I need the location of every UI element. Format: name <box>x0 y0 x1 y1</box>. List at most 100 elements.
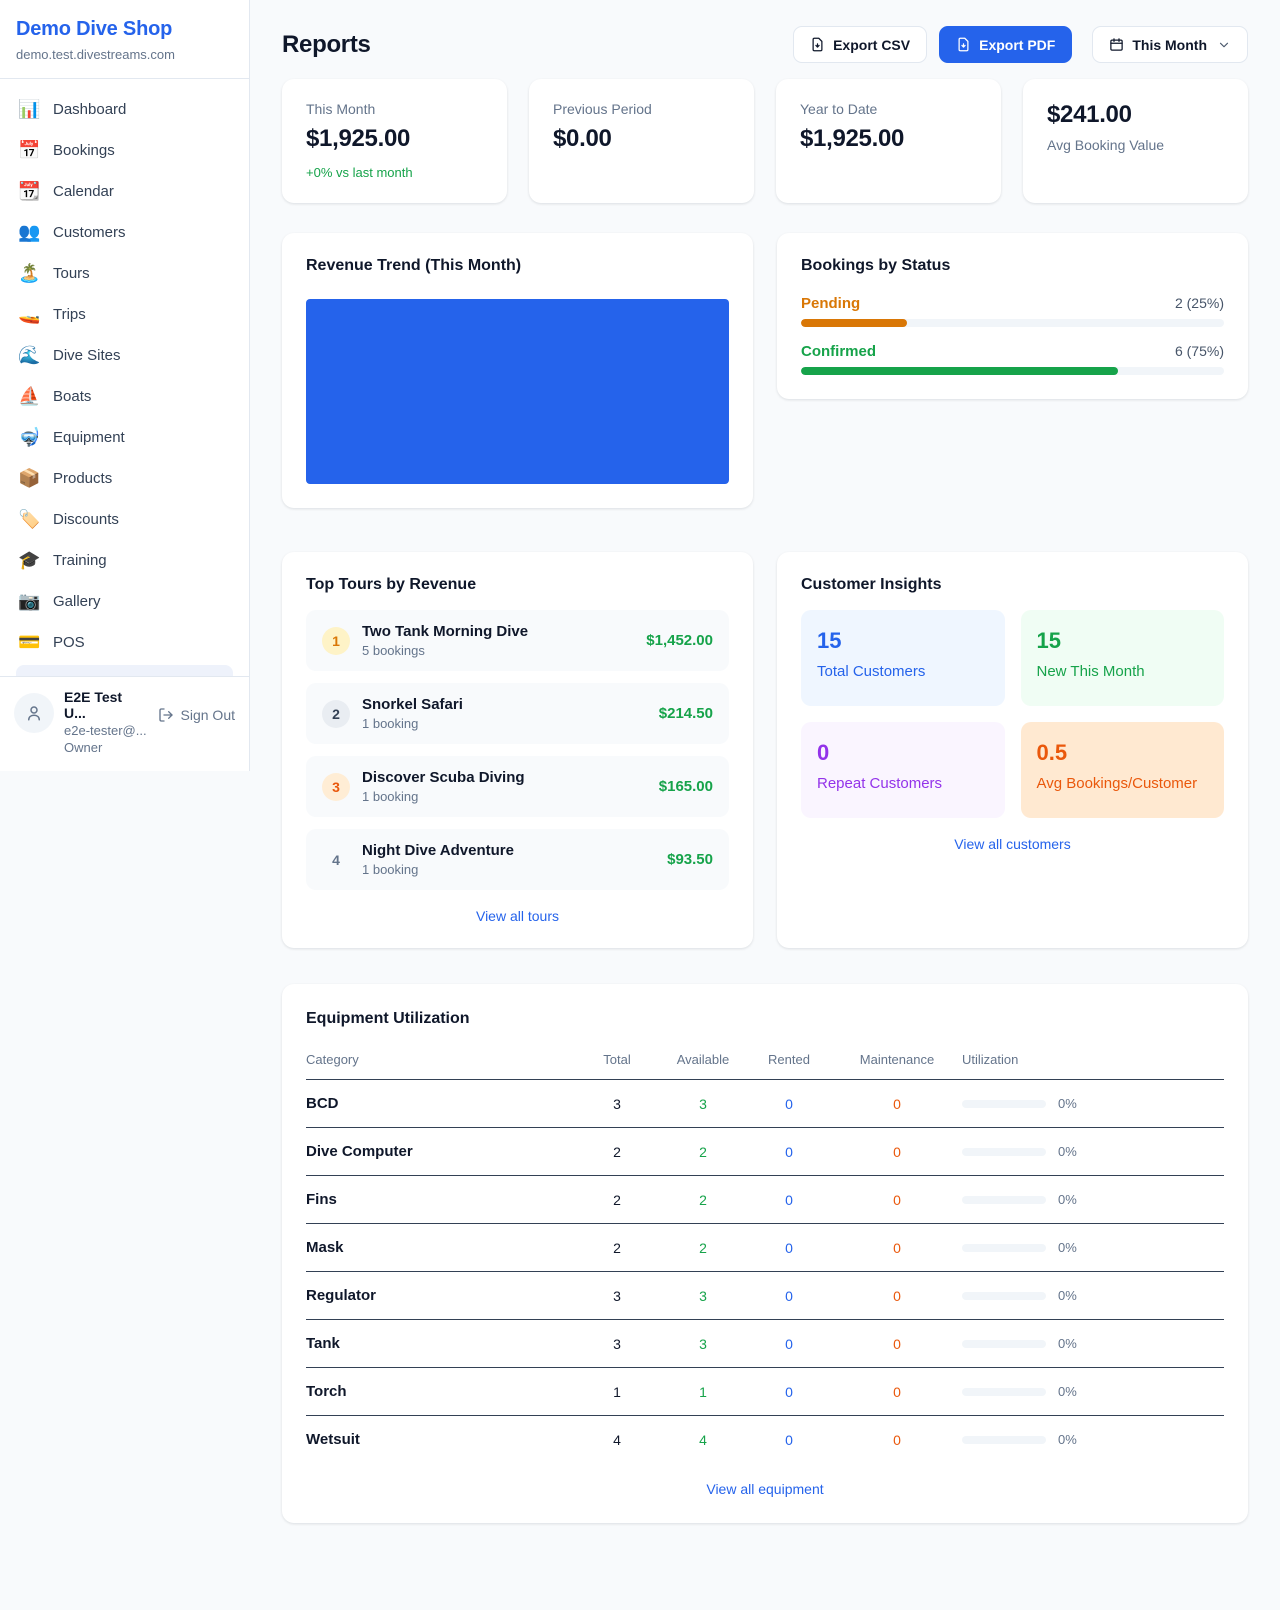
app-layout: Demo Dive Shop demo.test.divestreams.com… <box>0 0 1280 1563</box>
utilization-percent: 0% <box>1058 1240 1077 1255</box>
tile-label: Avg Bookings/Customer <box>1037 775 1209 792</box>
header-actions: Export CSV Export PDF This Month <box>793 26 1248 63</box>
sidebar-item-label: Customers <box>53 224 126 241</box>
tour-bookings: 5 bookings <box>362 643 634 658</box>
sign-out-button[interactable]: Sign Out <box>158 707 235 723</box>
sidebar-nav: 📊 Dashboard 📅 Bookings 📆 Calendar 👥 Cust… <box>0 79 249 676</box>
stat-label: This Month <box>306 101 483 117</box>
cell-rented: 0 <box>746 1096 832 1112</box>
charts-row: Revenue Trend (This Month) Bookings by S… <box>282 233 1248 508</box>
status-value: 6 (75%) <box>1175 343 1224 359</box>
rank-badge: 1 <box>322 627 350 655</box>
tile-value: 0 <box>817 740 989 766</box>
shop-name: Demo Dive Shop <box>16 18 233 41</box>
period-label: This Month <box>1132 37 1207 53</box>
sidebar-item-training[interactable]: 🎓 Training <box>8 540 241 581</box>
package-icon: 📦 <box>18 468 40 489</box>
cell-available: 2 <box>660 1192 746 1208</box>
sidebar-item-selected-partial[interactable] <box>16 665 233 676</box>
sidebar-item-equipment[interactable]: 🤿 Equipment <box>8 417 241 458</box>
sidebar-item-pos[interactable]: 💳 POS <box>8 622 241 663</box>
view-all-tours-link[interactable]: View all tours <box>306 908 729 924</box>
insight-tile-repeat-customers: 0 Repeat Customers <box>801 722 1005 818</box>
sidebar-item-gallery[interactable]: 📷 Gallery <box>8 581 241 622</box>
status-bar-fill <box>801 367 1118 375</box>
export-pdf-label: Export PDF <box>979 37 1055 53</box>
cell-rented: 0 <box>746 1384 832 1400</box>
utilization-bar-track <box>962 1340 1046 1348</box>
cell-maintenance: 0 <box>832 1336 962 1352</box>
tour-amount: $165.00 <box>659 778 713 795</box>
cell-maintenance: 0 <box>832 1288 962 1304</box>
sign-out-label: Sign Out <box>181 707 235 723</box>
sidebar-item-label: Equipment <box>53 429 125 446</box>
cell-maintenance: 0 <box>832 1144 962 1160</box>
tour-row: 3 Discover Scuba Diving 1 booking $165.0… <box>306 756 729 817</box>
utilization-bar-track <box>962 1196 1046 1204</box>
cell-total: 1 <box>574 1384 660 1400</box>
customers-people-icon: 👥 <box>18 222 40 243</box>
stat-card-avg-booking-value: $241.00 Avg Booking Value <box>1023 79 1248 203</box>
cell-rented: 0 <box>746 1336 832 1352</box>
sidebar-item-boats[interactable]: ⛵ Boats <box>8 376 241 417</box>
utilization-bar-track <box>962 1100 1046 1108</box>
page-header: Reports Export CSV Export PDF <box>282 26 1248 63</box>
sidebar-item-label: Dive Sites <box>53 347 121 364</box>
view-all-customers-link[interactable]: View all customers <box>801 836 1224 852</box>
cell-rented: 0 <box>746 1288 832 1304</box>
table-row: Torch 1 1 0 0 0% <box>306 1368 1224 1416</box>
sidebar-item-products[interactable]: 📦 Products <box>8 458 241 499</box>
sidebar-item-customers[interactable]: 👥 Customers <box>8 212 241 253</box>
tour-amount: $93.50 <box>667 851 713 868</box>
status-label: Pending <box>801 295 860 312</box>
sidebar-item-label: Calendar <box>53 183 114 200</box>
cell-rented: 0 <box>746 1144 832 1160</box>
utilization-bar-track <box>962 1148 1046 1156</box>
export-pdf-button[interactable]: Export PDF <box>939 26 1072 63</box>
cell-utilization: 0% <box>962 1240 1224 1255</box>
graduation-cap-icon: 🎓 <box>18 550 40 571</box>
calendar-icon <box>1109 37 1124 52</box>
sidebar-item-dashboard[interactable]: 📊 Dashboard <box>8 89 241 130</box>
trips-speedboat-icon: 🚤 <box>18 304 40 325</box>
utilization-percent: 0% <box>1058 1192 1077 1207</box>
sailboat-icon: ⛵ <box>18 386 40 407</box>
chevron-down-icon <box>1217 38 1231 52</box>
sidebar-item-calendar[interactable]: 📆 Calendar <box>8 171 241 212</box>
cell-total: 2 <box>574 1240 660 1256</box>
insight-tile-new-this-month: 15 New This Month <box>1021 610 1225 706</box>
sidebar-item-tours[interactable]: 🏝️ Tours <box>8 253 241 294</box>
tour-row: 4 Night Dive Adventure 1 booking $93.50 <box>306 829 729 890</box>
stat-label: Avg Booking Value <box>1047 137 1224 153</box>
cell-total: 3 <box>574 1288 660 1304</box>
period-dropdown[interactable]: This Month <box>1092 26 1248 63</box>
equipment-utilization-title: Equipment Utilization <box>306 1010 1224 1028</box>
cell-utilization: 0% <box>962 1192 1224 1207</box>
utilization-bar-track <box>962 1292 1046 1300</box>
sidebar-item-dive-sites[interactable]: 🌊 Dive Sites <box>8 335 241 376</box>
sidebar-item-label: Dashboard <box>53 101 126 118</box>
cell-maintenance: 0 <box>832 1240 962 1256</box>
status-value: 2 (25%) <box>1175 295 1224 311</box>
status-label: Confirmed <box>801 343 876 360</box>
sidebar-item-bookings[interactable]: 📅 Bookings <box>8 130 241 171</box>
utilization-percent: 0% <box>1058 1336 1077 1351</box>
view-all-equipment-link[interactable]: View all equipment <box>306 1481 1224 1497</box>
avatar <box>14 693 54 733</box>
logout-icon <box>158 707 174 723</box>
insight-tile-avg-bookings: 0.5 Avg Bookings/Customer <box>1021 722 1225 818</box>
stat-card-this-month: This Month $1,925.00 +0% vs last month <box>282 79 507 203</box>
status-bar-track <box>801 367 1224 375</box>
cell-total: 4 <box>574 1432 660 1448</box>
cell-utilization: 0% <box>962 1144 1224 1159</box>
tour-list: 1 Two Tank Morning Dive 5 bookings $1,45… <box>306 610 729 890</box>
sidebar-item-discounts[interactable]: 🏷️ Discounts <box>8 499 241 540</box>
sidebar: Demo Dive Shop demo.test.divestreams.com… <box>0 0 250 771</box>
cell-category: Regulator <box>306 1287 574 1304</box>
sidebar-item-trips[interactable]: 🚤 Trips <box>8 294 241 335</box>
page-title: Reports <box>282 31 371 59</box>
export-csv-button[interactable]: Export CSV <box>793 26 927 63</box>
utilization-bar-track <box>962 1244 1046 1252</box>
table-row: Tank 3 3 0 0 0% <box>306 1320 1224 1368</box>
column-header-available: Available <box>660 1052 746 1067</box>
